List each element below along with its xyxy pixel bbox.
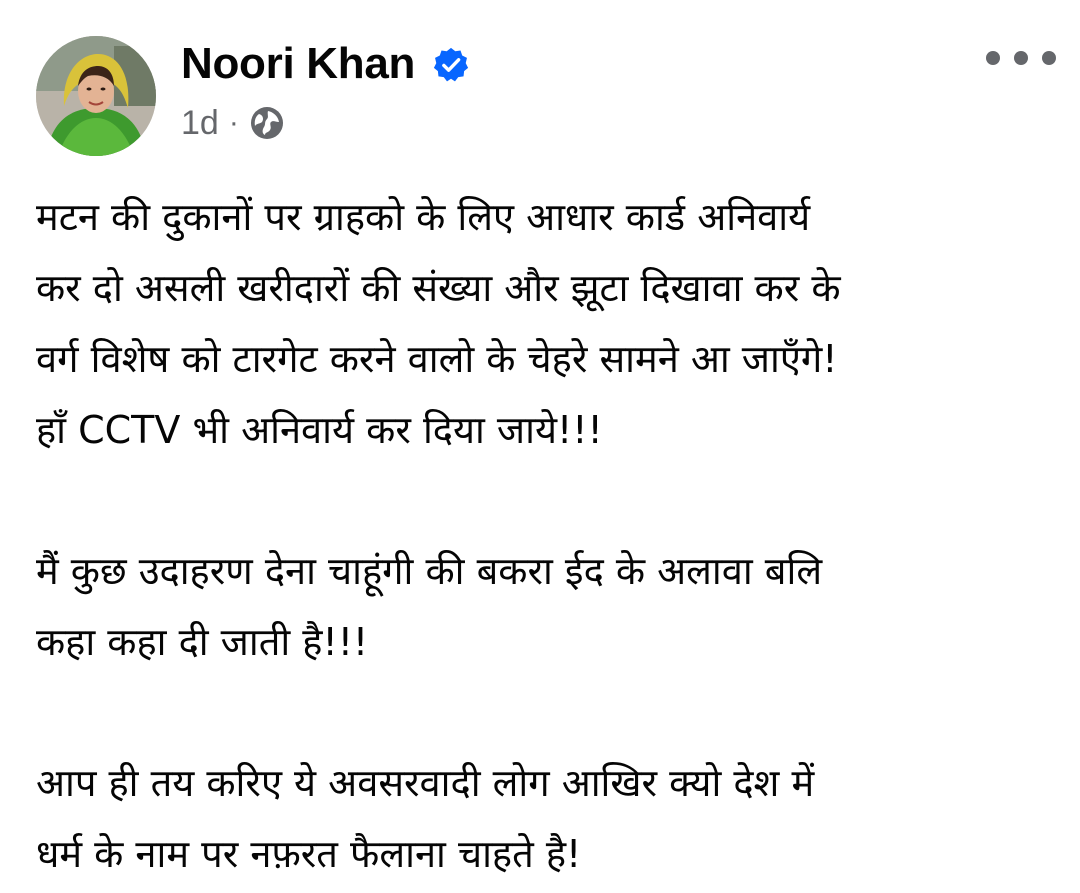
text-line: कहा कहा दी जाती है!!! bbox=[36, 620, 369, 664]
post-paragraph: आप ही तय करिए ये अवसरवादी लोग आखिर क्यो … bbox=[36, 748, 1046, 890]
text-line: मैं कुछ उदाहरण देना चाहूंगी की बकरा ईद क… bbox=[36, 549, 823, 593]
more-options-button[interactable] bbox=[986, 40, 1056, 76]
text-line: कर दो असली खरीदारों की संख्या और झूटा दि… bbox=[36, 266, 841, 310]
more-options-icon bbox=[986, 51, 1000, 65]
more-options-icon-dot bbox=[1042, 51, 1056, 65]
author-avatar[interactable] bbox=[36, 36, 156, 156]
post-paragraph: मैं कुछ उदाहरण देना चाहूंगी की बकरा ईद क… bbox=[36, 536, 1046, 678]
post-meta: 1d · bbox=[181, 101, 285, 145]
text-line: वर्ग विशेष को टारगेट करने वालो के चेहरे … bbox=[36, 337, 838, 381]
text-line: हाँ CCTV भी अनिवार्य कर दिया जाये!!! bbox=[36, 408, 603, 452]
post-timestamp[interactable]: 1d bbox=[181, 104, 219, 143]
avatar-image bbox=[36, 36, 156, 156]
post-paragraph: मटन की दुकानों पर ग्राहको के लिए आधार का… bbox=[36, 182, 1046, 466]
text-line: मटन की दुकानों पर ग्राहको के लिए आधार का… bbox=[36, 195, 811, 239]
text-line: धर्म के नाम पर नफ़रत फैलाना चाहते है! bbox=[36, 832, 582, 876]
more-options-icon-dot bbox=[1014, 51, 1028, 65]
author-name[interactable]: Noori Khan bbox=[181, 36, 415, 92]
text-line: आप ही तय करिए ये अवसरवादी लोग आखिर क्यो … bbox=[36, 761, 815, 805]
globe-icon[interactable] bbox=[249, 105, 285, 141]
post-header: Noori Khan 1d · bbox=[0, 0, 1080, 170]
verified-badge-icon bbox=[433, 47, 469, 82]
meta-separator: · bbox=[228, 106, 239, 139]
post-text: मटन की दुकानों पर ग्राहको के लिए आधार का… bbox=[36, 182, 1046, 890]
